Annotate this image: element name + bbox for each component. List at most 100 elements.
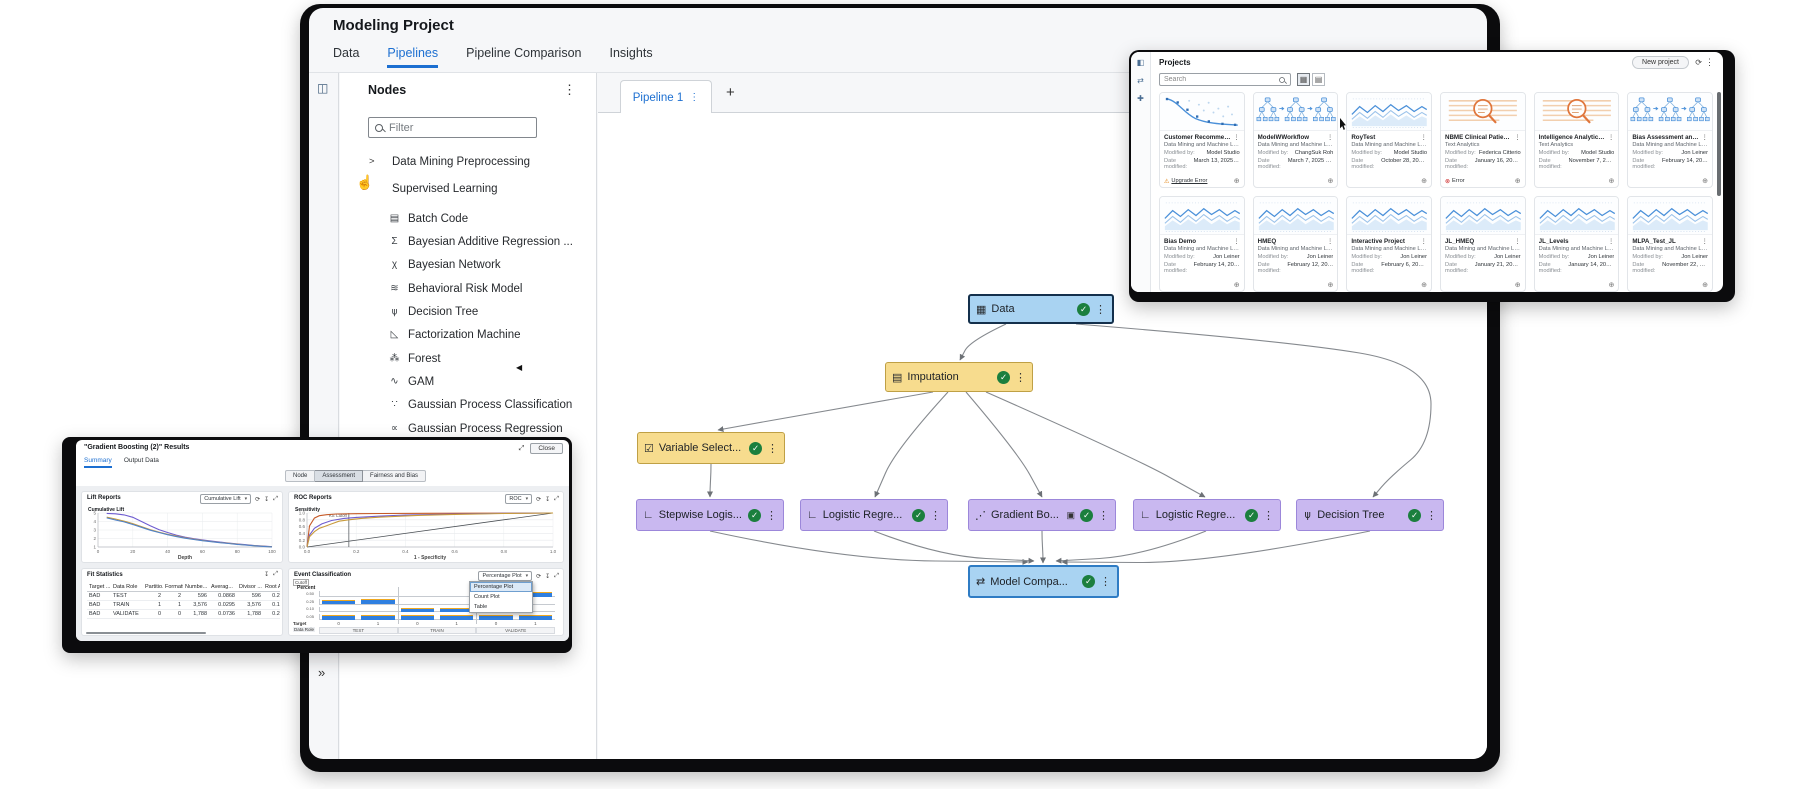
new-project-button[interactable]: New project bbox=[1632, 56, 1689, 69]
refresh-icon[interactable]: ⟳ bbox=[1695, 58, 1702, 67]
project-card[interactable]: Bias Demo ⋮ Data Mining and Machine Lear… bbox=[1159, 196, 1245, 292]
project-card[interactable]: Bias Assessment and Mitigation ⋮ Data Mi… bbox=[1627, 92, 1713, 188]
menu-item[interactable]: Count Plot bbox=[470, 592, 532, 602]
download-icon[interactable]: ↧ bbox=[264, 496, 269, 503]
tab-pipeline-1[interactable]: Pipeline 1 ⋮ bbox=[620, 80, 712, 114]
main-tab[interactable]: Pipelines bbox=[387, 46, 438, 68]
kebab-icon[interactable]: ⋮ bbox=[1701, 133, 1708, 141]
chevron-left-icon[interactable]: ◀ bbox=[516, 363, 522, 372]
kebab-icon[interactable]: ⋮ bbox=[1514, 237, 1521, 245]
tree-row[interactable]: Σ Bayesian Additive Regression ... bbox=[340, 231, 596, 252]
vertical-scrollbar[interactable] bbox=[1717, 92, 1721, 196]
kebab-icon[interactable]: ⋮ bbox=[1420, 237, 1427, 245]
expand-icon[interactable]: ⤢ bbox=[554, 496, 559, 503]
search-input[interactable] bbox=[1164, 76, 1274, 83]
kebab-icon[interactable]: ⋮ bbox=[1095, 303, 1106, 316]
roc-dropdown[interactable]: ROC▾ bbox=[505, 494, 532, 504]
view-toggle-option[interactable]: Assessment bbox=[315, 470, 363, 482]
tree-row[interactable]: ∵ Gaussian Process Classification bbox=[340, 394, 596, 415]
tree-row[interactable]: ≋ Behavioral Risk Model bbox=[340, 278, 596, 299]
pipeline-node[interactable]: ▦ Data ✓ ⋮ bbox=[968, 294, 1114, 324]
kebab-icon[interactable]: ⋮ bbox=[689, 92, 699, 103]
pipeline-node[interactable]: ⋔ Decision Tree ✓ ⋮ bbox=[1296, 499, 1444, 531]
tree-row[interactable]: > Data Mining Preprocessing bbox=[340, 151, 596, 172]
project-card[interactable]: ModelWWorkflow ⋮ Data Mining and Machine… bbox=[1253, 92, 1339, 188]
main-tab[interactable]: Pipeline Comparison bbox=[466, 46, 581, 68]
kebab-icon[interactable]: ⋮ bbox=[1514, 133, 1521, 141]
expand-icon[interactable]: ⤢ bbox=[519, 445, 525, 453]
view-toggle-option[interactable]: Node bbox=[285, 470, 315, 482]
menu-item[interactable]: Table bbox=[470, 602, 532, 612]
view-toggle-option[interactable]: Fairness and Bias bbox=[363, 470, 426, 482]
collapse-right-icon[interactable]: » bbox=[318, 665, 325, 680]
status-badge[interactable]: ⊗ Error bbox=[1445, 178, 1465, 185]
refresh-icon[interactable]: ⟳ bbox=[255, 496, 260, 503]
kebab-icon[interactable]: ⋮ bbox=[1233, 237, 1240, 245]
rail-icon-1[interactable]: ◧ bbox=[1137, 58, 1145, 67]
lift-dropdown[interactable]: Cumulative Lift▾ bbox=[200, 494, 251, 504]
grid-view-button[interactable]: ▦ bbox=[1297, 73, 1310, 86]
tree-row[interactable]: ⋔ Decision Tree bbox=[340, 301, 596, 322]
kebab-icon[interactable]: ⋮ bbox=[1100, 575, 1111, 588]
kebab-icon[interactable]: ⋮ bbox=[1426, 509, 1437, 522]
project-card[interactable]: NBME Clinical Patient Notes (R... ⋮ Text… bbox=[1440, 92, 1526, 188]
project-card[interactable]: JL_Levels ⋮ Data Mining and Machine Lear… bbox=[1534, 196, 1620, 292]
table-row[interactable]: BADVALIDATE001,7880.07361,7880.27130.09 bbox=[87, 610, 280, 619]
results-tab[interactable]: Output Data bbox=[124, 457, 159, 468]
project-card[interactable]: Customer Recommendation E... ⋮ Data Mini… bbox=[1159, 92, 1245, 188]
kebab-icon[interactable]: ⋮ bbox=[1420, 133, 1427, 141]
rail-icon-3[interactable]: ✚ bbox=[1137, 94, 1144, 103]
project-card[interactable]: RoyTest ⋮ Data Mining and Machine Learni… bbox=[1346, 92, 1432, 188]
pipeline-node[interactable]: ∟ Stepwise Logis... ✓ ⋮ bbox=[636, 499, 784, 531]
kebab-icon[interactable]: ⋮ bbox=[767, 442, 778, 455]
project-card[interactable]: JL_HMEQ ⋮ Data Mining and Machine Learni… bbox=[1440, 196, 1526, 292]
expand-icon[interactable]: ⤢ bbox=[554, 573, 559, 580]
pipeline-node[interactable]: ▤ Imputation ✓ ⋮ bbox=[885, 362, 1033, 392]
tree-row[interactable]: ∿ GAM bbox=[340, 371, 596, 392]
main-tab[interactable]: Insights bbox=[609, 46, 652, 68]
list-view-button[interactable]: ▤ bbox=[1312, 73, 1325, 86]
tree-row[interactable]: ∝ Gaussian Process Regression bbox=[340, 418, 596, 439]
close-button[interactable]: Close bbox=[530, 443, 563, 454]
rail-icon-2[interactable]: ⇄ bbox=[1137, 76, 1144, 85]
project-card[interactable]: Interactive Project ⋮ Data Mining and Ma… bbox=[1346, 196, 1432, 292]
kebab-icon[interactable]: ⋮ bbox=[1327, 237, 1334, 245]
download-icon[interactable]: ↧ bbox=[264, 571, 269, 578]
pipeline-node[interactable]: ☑ Variable Select... ✓ ⋮ bbox=[637, 432, 785, 464]
kebab-icon[interactable]: ⋮ bbox=[766, 509, 777, 522]
tree-row[interactable]: Supervised Learning bbox=[340, 178, 596, 199]
status-badge[interactable]: ⚠ Upgrade Error bbox=[1164, 178, 1207, 185]
pipeline-node[interactable]: ⋰ Gradient Bo... ▣ ✓ ⋮ bbox=[968, 499, 1116, 531]
plus-icon[interactable]: + bbox=[726, 84, 735, 101]
kebab-icon[interactable]: ⋮ bbox=[1327, 133, 1334, 141]
kebab-icon[interactable]: ⋮ bbox=[1701, 237, 1708, 245]
table-row[interactable]: BADTEST225960.08685960.29050.10 bbox=[87, 592, 280, 601]
pipeline-node[interactable]: ∟ Logistic Regre... ✓ ⋮ bbox=[1133, 499, 1281, 531]
kebab-icon[interactable]: ⋮ bbox=[1263, 509, 1274, 522]
refresh-icon[interactable]: ⟳ bbox=[536, 573, 541, 580]
pipeline-node[interactable]: ∟ Logistic Regre... ✓ ⋮ bbox=[800, 499, 948, 531]
results-tab[interactable]: Summary bbox=[84, 457, 112, 468]
expand-icon[interactable]: ⤢ bbox=[273, 496, 278, 503]
tree-row[interactable]: ◺ Factorization Machine bbox=[340, 324, 596, 345]
tree-row[interactable]: ▤ Batch Code bbox=[340, 208, 596, 229]
menu-item[interactable]: Percentage Plot bbox=[470, 582, 532, 592]
kebab-icon[interactable]: ⋮ bbox=[1608, 133, 1615, 141]
kebab-icon[interactable]: ⋮ bbox=[1098, 509, 1109, 522]
download-icon[interactable]: ↧ bbox=[545, 496, 550, 503]
horizontal-scrollbar[interactable] bbox=[86, 632, 206, 635]
plot-type-dropdown[interactable]: Percentage Plot▾ bbox=[478, 571, 532, 581]
tree-row[interactable]: χ Bayesian Network bbox=[340, 254, 596, 275]
project-card[interactable]: HMEQ ⋮ Data Mining and Machine Learning … bbox=[1253, 196, 1339, 292]
main-tab[interactable]: Data bbox=[333, 46, 359, 68]
panel-toggle-icon[interactable]: ◫ bbox=[317, 81, 328, 95]
project-card[interactable]: Intelligence Analytics (Read-O... ⋮ Text… bbox=[1534, 92, 1620, 188]
download-icon[interactable]: ↧ bbox=[545, 573, 550, 580]
expand-icon[interactable]: ⤢ bbox=[273, 571, 278, 578]
kebab-icon[interactable]: ⋮ bbox=[1233, 133, 1240, 141]
kebab-icon[interactable]: ⋮ bbox=[1705, 57, 1714, 68]
kebab-icon[interactable]: ⋮ bbox=[930, 509, 941, 522]
refresh-icon[interactable]: ⟳ bbox=[536, 496, 541, 503]
tree-row[interactable]: ⁂ Forest bbox=[340, 348, 596, 369]
pipeline-node[interactable]: ⇄ Model Compa... ✓ ⋮ bbox=[968, 565, 1119, 598]
